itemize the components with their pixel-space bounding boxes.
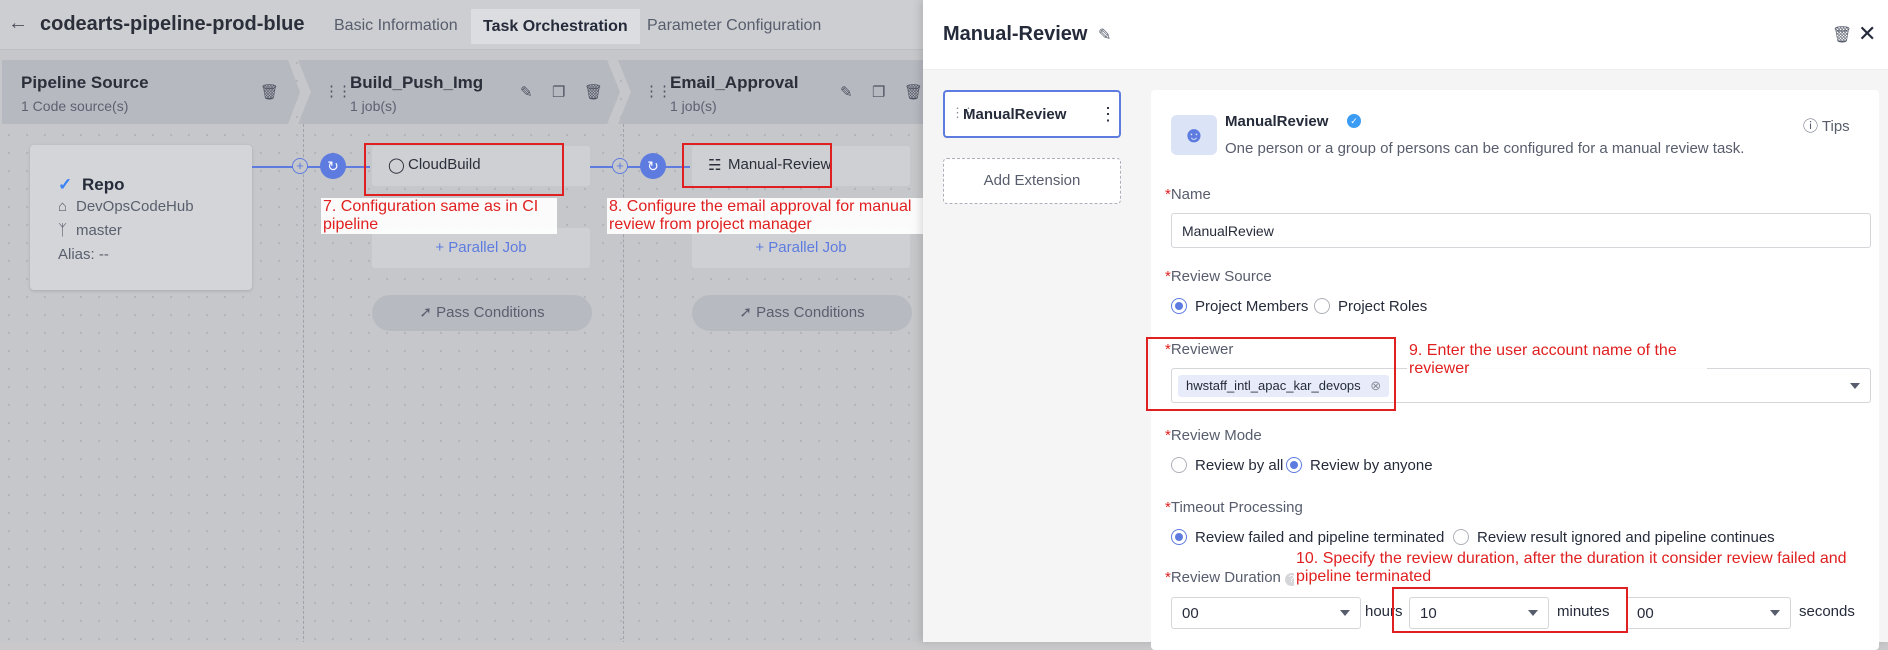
extension-item-manualreview[interactable]: ⋮⋮ ManualReview ⋮ [943, 90, 1121, 138]
repo-icon: ✓ [58, 175, 73, 194]
add-extension-button[interactable]: Add Extension [943, 158, 1121, 204]
annotation-box [1392, 587, 1628, 633]
drag-handle-icon[interactable]: ⋮⋮ [324, 82, 352, 100]
review-source-label: *Review Source [1165, 268, 1272, 285]
pass-conditions-label: Pass Conditions [436, 304, 545, 321]
refresh-icon: ↻ [320, 153, 346, 179]
annotation-8: 8. Configure the email approval for manu… [607, 198, 923, 234]
pass-conditions-label: Pass Conditions [756, 304, 865, 321]
manual-review-panel: Manual-Review ✎ 🗑 ✕ ⋮⋮ ManualReview ⋮ Ad… [923, 0, 1888, 650]
extension-name: ManualReview [1225, 113, 1329, 130]
radio-unchecked-icon [1171, 457, 1187, 473]
radio-project-roles[interactable]: Project Roles [1314, 298, 1427, 315]
repo-host: DevOpsCodeHub [76, 198, 194, 215]
radio-review-failed[interactable]: Review failed and pipeline terminated [1171, 529, 1444, 546]
repo-alias: Alias: -- [58, 246, 109, 263]
official-badge-icon: ✓ [1347, 114, 1361, 128]
edit-icon[interactable]: ✎ [520, 83, 533, 101]
pipeline-name: codearts-pipeline-prod-blue [40, 13, 305, 35]
radio-review-by-anyone[interactable]: Review by anyone [1286, 457, 1433, 474]
repo-card[interactable]: ✓ Repo ⌂ DevOpsCodeHub ᛉ master Alias: -… [30, 145, 252, 290]
annotation-box [1146, 337, 1396, 411]
more-icon[interactable]: ⋮ [1099, 104, 1117, 125]
stage-build-push-img[interactable]: ⋮⋮ Build_Push_Img 1 job(s) ✎ ❐ 🗑 [298, 60, 620, 124]
share-icon: ➚ [739, 304, 752, 321]
annotation-box [682, 143, 832, 188]
add-stage-icon[interactable]: + [292, 158, 308, 174]
add-parallel-job-button[interactable]: + Parallel Job [372, 228, 590, 268]
edit-icon[interactable]: ✎ [840, 83, 853, 101]
annotation-7: 7. Configuration same as in CI pipeline [321, 198, 557, 234]
tab-parameter-configuration[interactable]: Parameter Configuration [647, 17, 821, 35]
delete-icon[interactable]: 🗑 [904, 83, 923, 101]
extension-sidebar: ⋮⋮ ManualReview ⋮ Add Extension [923, 70, 1141, 642]
chevron-down-icon [1340, 610, 1350, 616]
chevron-down-icon [1770, 610, 1780, 616]
name-input[interactable]: ManualReview [1171, 213, 1871, 248]
radio-unchecked-icon [1314, 298, 1330, 314]
annotation-box [364, 143, 564, 196]
tips-label: Tips [1821, 118, 1850, 135]
radio-checked-icon [1171, 529, 1187, 545]
stage-title: Build_Push_Img [350, 73, 484, 92]
extension-item-label: ManualReview [963, 106, 1067, 123]
stage-title: Pipeline Source [21, 73, 149, 92]
review-duration-label: *Review Duration ? [1165, 569, 1299, 586]
manual-review-icon: ☻ [1171, 115, 1217, 155]
stage-divider [303, 124, 304, 642]
arrow-left-icon[interactable]: ← [8, 12, 28, 35]
close-icon[interactable]: ✕ [1858, 21, 1876, 47]
add-stage-icon[interactable]: + [612, 158, 628, 174]
drag-handle-icon[interactable]: ⋮⋮ [644, 82, 672, 100]
copy-icon[interactable]: ❐ [552, 83, 565, 101]
delete-icon[interactable]: 🗑 [260, 83, 279, 101]
radio-unchecked-icon [1453, 529, 1469, 545]
stage-subtitle: 1 Code source(s) [21, 98, 129, 114]
timeout-label: *Timeout Processing [1165, 499, 1303, 516]
delete-icon[interactable]: 🗑 [584, 83, 603, 101]
connector-line [252, 166, 370, 168]
share-icon: ➚ [419, 304, 432, 321]
name-label: *Name [1165, 186, 1211, 203]
copy-icon[interactable]: ❐ [872, 83, 885, 101]
stage-email-approval[interactable]: ⋮⋮ Email_Approval 1 job(s) ✎ ❐ 🗑 [618, 60, 923, 124]
panel-title: Manual-Review [943, 23, 1088, 45]
annotation-9: 9. Enter the user account name of the re… [1407, 342, 1707, 378]
hours-select[interactable]: 00 [1171, 597, 1361, 629]
tips-link[interactable]: ⓘ Tips [1803, 115, 1850, 136]
extension-description: One person or a group of persons can be … [1225, 140, 1745, 157]
radio-checked-icon [1286, 457, 1302, 473]
review-mode-label: *Review Mode [1165, 427, 1262, 444]
tab-basic-information[interactable]: Basic Information [334, 17, 458, 35]
repo-title: Repo [82, 175, 125, 194]
branch-icon: ᛉ [58, 222, 68, 239]
seconds-unit: seconds [1799, 603, 1855, 620]
stage-subtitle: 1 job(s) [670, 98, 717, 114]
panel-header: Manual-Review ✎ 🗑 ✕ [923, 0, 1888, 70]
radio-review-by-all[interactable]: Review by all [1171, 457, 1283, 474]
stage-title: Email_Approval [670, 73, 799, 92]
top-bar: ← codearts-pipeline-prod-blue Basic Info… [0, 0, 923, 50]
refresh-icon: ↻ [640, 153, 666, 179]
seconds-select[interactable]: 00 [1626, 597, 1791, 629]
tab-task-orchestration[interactable]: Task Orchestration [471, 9, 640, 44]
pass-conditions-button[interactable]: ➚ Pass Conditions [372, 295, 592, 331]
pass-conditions-button[interactable]: ➚ Pass Conditions [692, 295, 912, 331]
stage-subtitle: 1 job(s) [350, 98, 397, 114]
host-icon: ⌂ [58, 198, 68, 215]
stage-pipeline-source[interactable]: Pipeline Source 1 Code source(s) 🗑 [2, 60, 300, 124]
radio-review-ignored[interactable]: Review result ignored and pipeline conti… [1453, 529, 1775, 546]
radio-checked-icon [1171, 298, 1187, 314]
chevron-down-icon[interactable] [1850, 383, 1860, 389]
radio-project-members[interactable]: Project Members [1171, 298, 1308, 315]
pipeline-canvas: ← codearts-pipeline-prod-blue Basic Info… [0, 0, 923, 642]
annotation-10: 10. Specify the review duration, after t… [1294, 550, 1874, 586]
edit-icon[interactable]: ✎ [1098, 25, 1111, 45]
repo-branch: master [76, 222, 122, 239]
delete-icon[interactable]: 🗑 [1832, 25, 1852, 45]
add-parallel-job-button[interactable]: + Parallel Job [692, 228, 910, 268]
